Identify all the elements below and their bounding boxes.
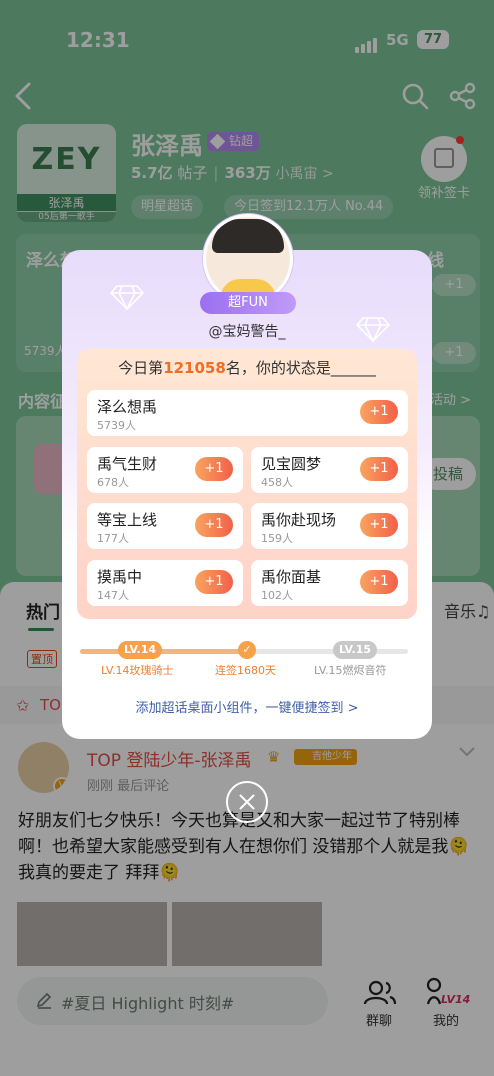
option-label: 等宝上线 [97, 511, 158, 529]
option-label: 泽么想禹 [97, 398, 158, 416]
streak-days: 连签1680天 [215, 664, 276, 677]
current-level-title: LV.14玫瑰骑士 [101, 664, 174, 677]
option-label: 禹你面基 [261, 568, 322, 586]
option-label: 见宝圆梦 [261, 455, 322, 473]
option-count: 159人 [261, 532, 293, 545]
status-option[interactable]: 见宝圆梦 458人 +1 [251, 447, 408, 493]
checkin-rank-title: 今日第121058名，你的状态是______ [0, 357, 494, 378]
status-option[interactable]: 泽么想禹 5739人 +1 [87, 390, 408, 436]
option-count: 102人 [261, 589, 293, 602]
fun-badge: 超FUN [200, 292, 296, 314]
current-level-pill: LV.14 [118, 641, 162, 659]
rank-prefix: 今日第 [118, 359, 164, 377]
plus-one-button[interactable]: +1 [360, 400, 398, 424]
level-progress-remaining [246, 649, 408, 654]
avatar-hair [212, 219, 284, 253]
status-option[interactable]: 摸禹中 147人 +1 [87, 560, 243, 606]
status-option[interactable]: 禹气生财 678人 +1 [87, 447, 243, 493]
plus-one-button[interactable]: +1 [195, 457, 233, 481]
plus-one-button[interactable]: +1 [195, 570, 233, 594]
status-option[interactable]: 禹你面基 102人 +1 [251, 560, 408, 606]
diamond-decor-icon [110, 285, 144, 310]
next-level-pill: LV.15 [333, 641, 377, 659]
option-count: 458人 [261, 476, 293, 489]
status-option[interactable]: 禹你赴现场 159人 +1 [251, 503, 408, 549]
option-label: 摸禹中 [97, 568, 143, 586]
status-option[interactable]: 等宝上线 177人 +1 [87, 503, 243, 549]
option-count: 147人 [97, 589, 129, 602]
option-count: 678人 [97, 476, 129, 489]
plus-one-button[interactable]: +1 [195, 513, 233, 537]
option-label: 禹你赴现场 [261, 511, 337, 529]
plus-one-button[interactable]: +1 [360, 457, 398, 481]
option-label: 禹气生财 [97, 455, 158, 473]
next-level-title: LV.15燃烬音符 [314, 664, 387, 677]
close-icon[interactable] [226, 781, 268, 823]
plus-one-button[interactable]: +1 [360, 513, 398, 537]
rank-number: 121058 [163, 359, 226, 377]
level-progress-done [80, 649, 246, 654]
option-count: 5739人 [97, 419, 136, 432]
add-widget-link[interactable]: 添加超话桌面小组件，一键便捷签到 > [0, 697, 494, 716]
popup-username: @宝妈警告_ [208, 324, 286, 340]
user-avatar[interactable] [203, 214, 293, 304]
option-count: 177人 [97, 532, 129, 545]
check-icon: ✓ [238, 641, 256, 659]
plus-one-button[interactable]: +1 [360, 570, 398, 594]
rank-suffix: 名，你的状态是______ [225, 359, 376, 377]
